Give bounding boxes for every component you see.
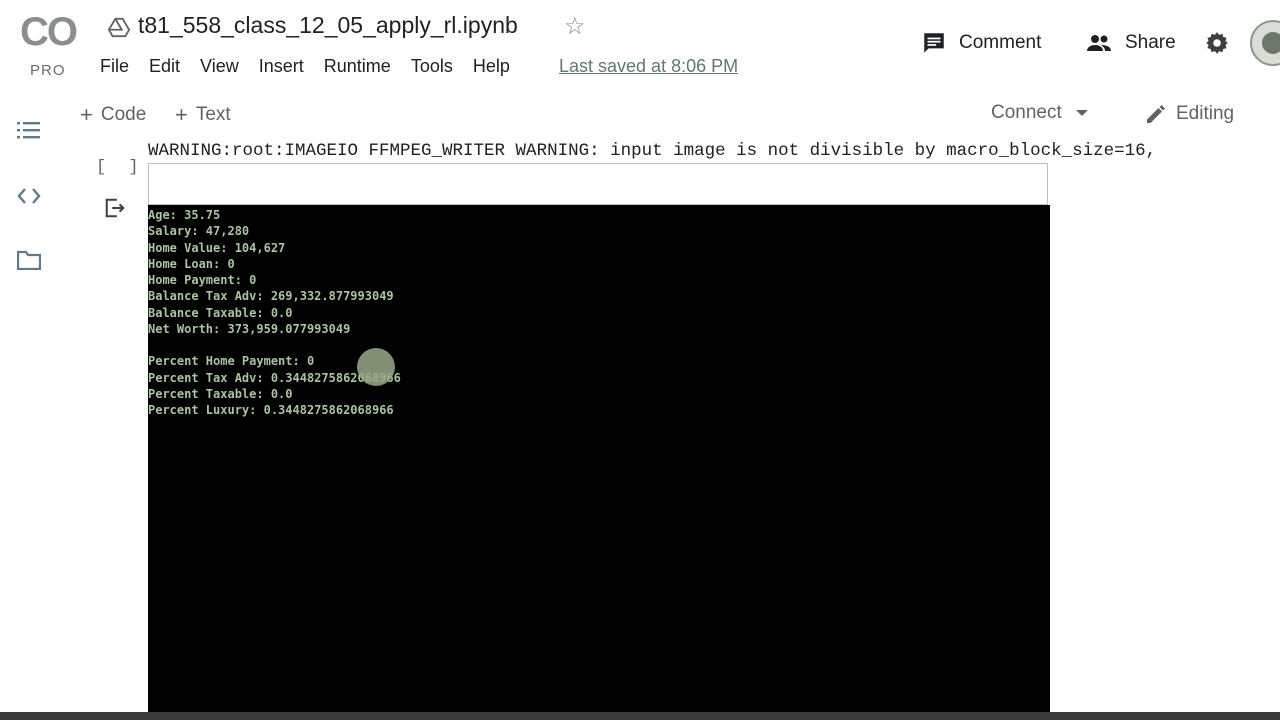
menu-insert[interactable]: Insert (259, 54, 304, 80)
video-output: Age: 35.75 Salary: 47,280 Home Value: 10… (148, 205, 1050, 720)
comment-icon (924, 33, 944, 53)
output-line: Salary: 47,280 (148, 224, 250, 239)
output-line: Age: 35.75 (148, 208, 221, 222)
share-button[interactable]: Share (1085, 30, 1176, 56)
code-snippets-icon[interactable] (17, 186, 41, 206)
gear-icon[interactable] (1204, 30, 1230, 56)
menu-edit[interactable]: Edit (149, 54, 180, 80)
menu-runtime[interactable]: Runtime (324, 54, 391, 80)
menu-file[interactable]: File (100, 54, 129, 80)
menu-view[interactable]: View (200, 54, 239, 80)
editing-label: Editing (1176, 103, 1235, 124)
output-line: Net Worth: 373,959.077993049 (148, 322, 351, 337)
avatar[interactable] (1250, 20, 1280, 66)
output-line: Home Loan: 0 (148, 256, 235, 271)
plus-icon: + (80, 102, 93, 127)
comment-button[interactable]: Comment (921, 30, 1041, 56)
logo-sub: PRO (30, 62, 66, 79)
menu-help[interactable]: Help (473, 54, 510, 80)
output-line: Balance Taxable: 0.0 (148, 305, 293, 320)
toc-icon[interactable] (17, 120, 41, 140)
star-icon[interactable]: ☆ (564, 13, 586, 41)
share-people-icon (1087, 35, 1111, 51)
editing-mode-button[interactable]: Editing (1144, 102, 1234, 126)
output-frame-header (148, 163, 1048, 205)
mouse-cursor-highlight (357, 348, 395, 386)
chevron-down-icon (1075, 110, 1088, 116)
connect-label: Connect (991, 102, 1062, 123)
output-line: Balance Tax Adv: 269,332.877993049 (148, 289, 394, 304)
menu-tools[interactable]: Tools (411, 54, 453, 80)
add-text-button[interactable]: + Text (175, 102, 231, 128)
add-text-label: Text (195, 104, 231, 125)
share-label: Share (1125, 32, 1176, 53)
run-cell-button[interactable]: [ ] (96, 158, 145, 177)
add-code-button[interactable]: + Code (80, 102, 146, 128)
output-spacer (148, 337, 401, 353)
comment-label: Comment (959, 32, 1042, 53)
warning-output: WARNING:root:IMAGEIO FFMPEG_WRITER WARNI… (148, 141, 1157, 161)
pencil-icon (1147, 105, 1165, 123)
output-line: Home Value: 104,627 (148, 240, 286, 255)
last-saved-link[interactable]: Last saved at 8:06 PM (559, 54, 738, 78)
output-text-block: Age: 35.75 Salary: 47,280 Home Value: 10… (148, 207, 401, 419)
folder-icon[interactable] (17, 250, 41, 270)
add-code-label: Code (100, 104, 147, 125)
bottom-status-strip (0, 712, 1280, 720)
logo-text: CO (20, 10, 78, 54)
drive-icon[interactable] (108, 16, 130, 38)
output-line: Home Payment: 0 (148, 273, 257, 288)
plus-icon: + (175, 102, 188, 127)
output-line: Percent Luxury: 0.3448275862068966 (148, 403, 394, 418)
notebook-title[interactable]: t81_558_class_12_05_apply_rl.ipynb (138, 12, 518, 39)
colab-logo[interactable]: CO PRO (20, 10, 80, 79)
output-line: Percent Taxable: 0.0 (148, 386, 293, 401)
connect-button[interactable]: Connect (991, 102, 1088, 124)
menu-bar: File Edit View Insert Runtime Tools Help (100, 54, 530, 80)
output-icon[interactable] (104, 197, 126, 219)
